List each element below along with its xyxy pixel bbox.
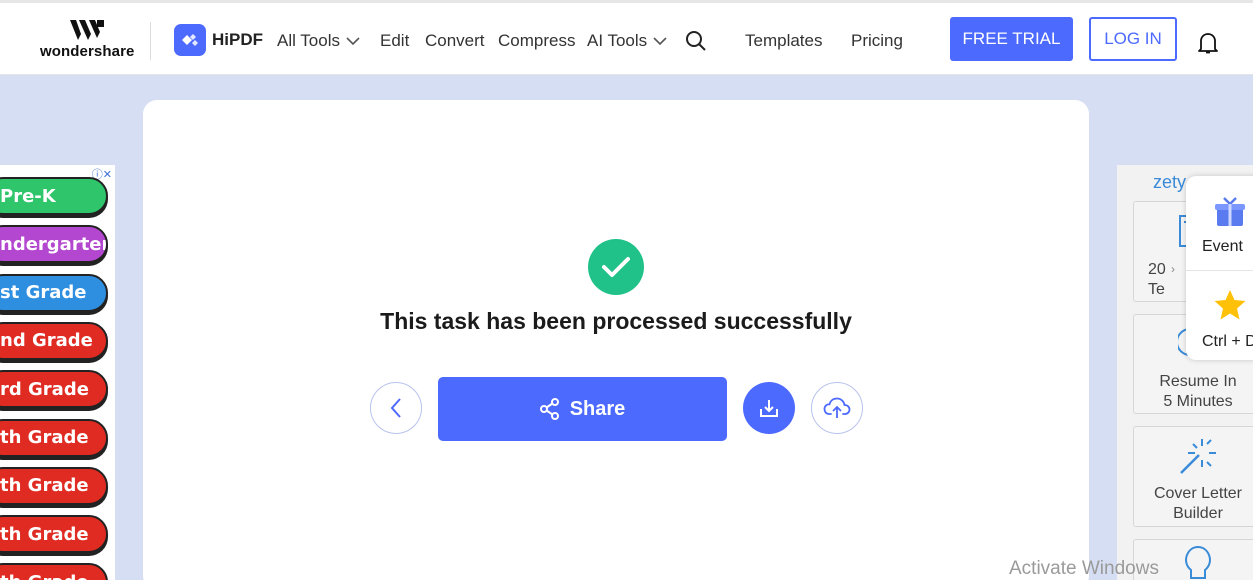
- hipdf-icon: [174, 24, 206, 56]
- chevron-left-icon: [390, 398, 401, 418]
- nav-ai-tools-label: AI Tools: [587, 31, 648, 50]
- hipdf-name: HiPDF: [212, 30, 263, 49]
- nav-ai-tools[interactable]: AI Tools: [587, 31, 667, 51]
- left-ad-banner[interactable]: ⓘ✕ Pre-K ndergarten st Grade nd Grade rd Gra…: [0, 165, 115, 580]
- nav-compress[interactable]: Compress: [498, 31, 575, 51]
- ad-tile-cover-letter[interactable]: Cover Letter Builder: [1133, 426, 1253, 527]
- chevron-down-icon: [653, 36, 667, 45]
- share-icon: [539, 398, 559, 420]
- ad-tile-line: Resume In: [1159, 373, 1237, 390]
- login-button[interactable]: LOG IN: [1089, 17, 1177, 61]
- side-floating-menu: Event Ctrl + D: [1186, 176, 1253, 360]
- back-button[interactable]: [370, 382, 422, 434]
- nav-edit[interactable]: Edit: [380, 31, 409, 51]
- nav-all-tools[interactable]: All Tools: [277, 31, 360, 51]
- result-card: [143, 100, 1089, 580]
- search-icon: [686, 31, 706, 51]
- ad-tile-line: Te: [1148, 281, 1165, 298]
- cloud-upload-icon: [823, 397, 851, 418]
- gift-icon[interactable]: [1214, 196, 1246, 228]
- download-icon: [760, 400, 778, 417]
- wondershare-logo[interactable]: wondershare: [40, 20, 134, 62]
- ad-brand: zety: [1153, 172, 1187, 192]
- bell-icon[interactable]: [1197, 31, 1219, 55]
- activate-windows-watermark: Activate Windows: [1009, 558, 1159, 579]
- bookmark-shortcut-label[interactable]: Ctrl + D: [1202, 333, 1253, 351]
- grade-pill[interactable]: Pre-K: [0, 177, 108, 215]
- search-button[interactable]: [685, 30, 707, 52]
- top-navbar: wondershare HiPDF All Tools Edit Convert…: [0, 3, 1253, 75]
- wondershare-wordmark: wondershare: [40, 43, 135, 60]
- ad-tile-templates-text: 20 Te: [1148, 260, 1166, 300]
- success-check-icon: [588, 239, 644, 295]
- header-divider: [150, 22, 151, 60]
- lightbulb-icon: [1185, 545, 1211, 579]
- star-icon[interactable]: [1213, 289, 1247, 321]
- ad-tile-cover-text: Cover Letter Builder: [1134, 484, 1253, 524]
- free-trial-button[interactable]: FREE TRIAL: [950, 17, 1073, 61]
- share-button[interactable]: Share: [438, 377, 727, 441]
- nav-all-tools-label: All Tools: [277, 31, 340, 50]
- grade-pill[interactable]: th Grade: [0, 466, 108, 505]
- download-button[interactable]: [743, 382, 795, 434]
- grade-pill[interactable]: nd Grade: [0, 321, 108, 360]
- grade-pill[interactable]: ndergarten: [0, 225, 108, 264]
- chevron-right-icon[interactable]: ›: [1171, 262, 1175, 276]
- status-message: This task has been processed successfull…: [380, 308, 852, 334]
- nav-templates[interactable]: Templates: [745, 31, 822, 51]
- ad-tile-line: Builder: [1173, 505, 1223, 522]
- ad-tile-line: 5 Minutes: [1163, 393, 1233, 410]
- wondershare-icon: [70, 20, 104, 40]
- event-label[interactable]: Event: [1202, 238, 1243, 256]
- nav-convert[interactable]: Convert: [425, 31, 485, 51]
- ad-tile-line: 20: [1148, 261, 1166, 278]
- ad-tile-line: Cover Letter: [1153, 485, 1243, 502]
- grade-pill[interactable]: st Grade: [0, 273, 108, 312]
- grade-pill[interactable]: rd Grade: [0, 370, 108, 409]
- hipdf-logo[interactable]: HiPDF: [174, 24, 263, 56]
- grade-pill[interactable]: th Grade: [0, 418, 108, 457]
- magic-wand-icon: [1180, 439, 1216, 474]
- floater-divider: [1186, 270, 1253, 271]
- upload-cloud-button[interactable]: [811, 382, 863, 434]
- ad-tile-resume-text: Resume In 5 Minutes: [1134, 372, 1253, 412]
- nav-pricing[interactable]: Pricing: [851, 31, 903, 51]
- share-label: Share: [569, 397, 626, 420]
- grade-pill[interactable]: th Grade: [0, 563, 108, 580]
- chevron-down-icon: [346, 36, 360, 45]
- grade-pill[interactable]: th Grade: [0, 515, 108, 554]
